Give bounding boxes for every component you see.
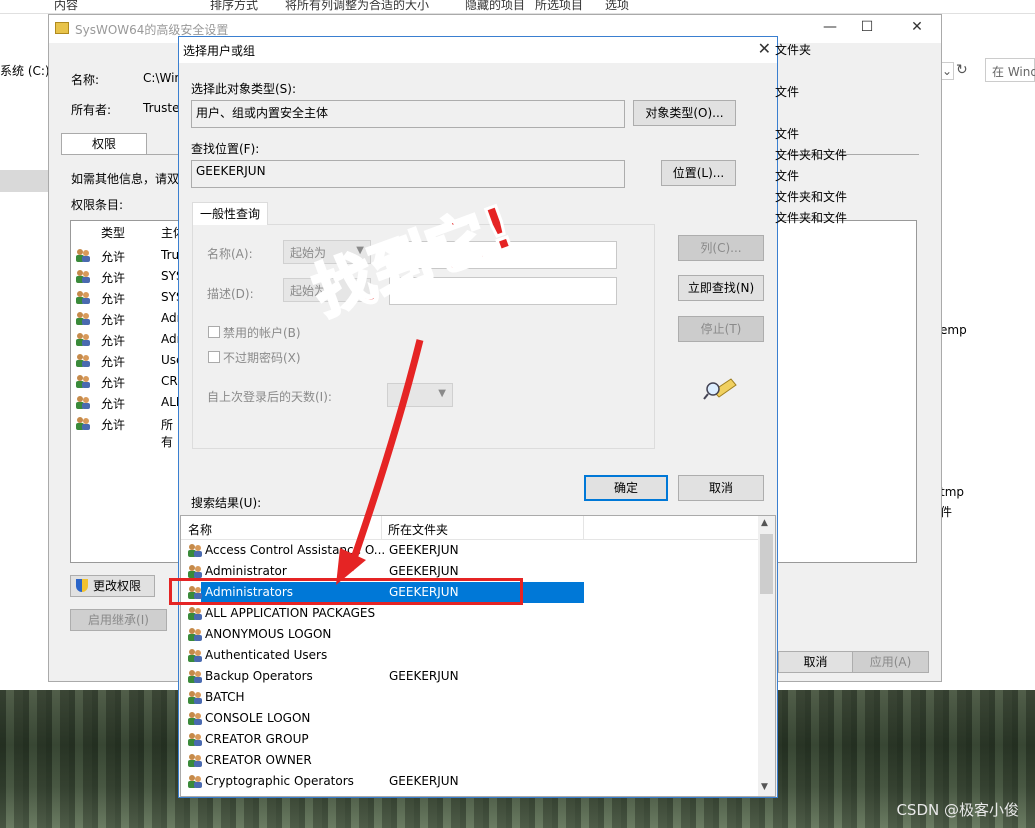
watermark: CSDN @极客小俊: [896, 801, 1019, 819]
annotation-arrow: [336, 339, 424, 585]
permission-applies-to: 文件夹和文件: [775, 211, 848, 225]
permission-applies-to: 文件: [775, 127, 800, 141]
permission-applies-to: 文件: [775, 85, 800, 99]
permission-applies-to: 文件: [775, 169, 800, 183]
permission-applies-to: 文件夹和文件: [775, 148, 848, 162]
permission-applies-to: 文件夹: [775, 43, 812, 57]
permission-applies-to: 文件夹和文件: [775, 190, 848, 204]
